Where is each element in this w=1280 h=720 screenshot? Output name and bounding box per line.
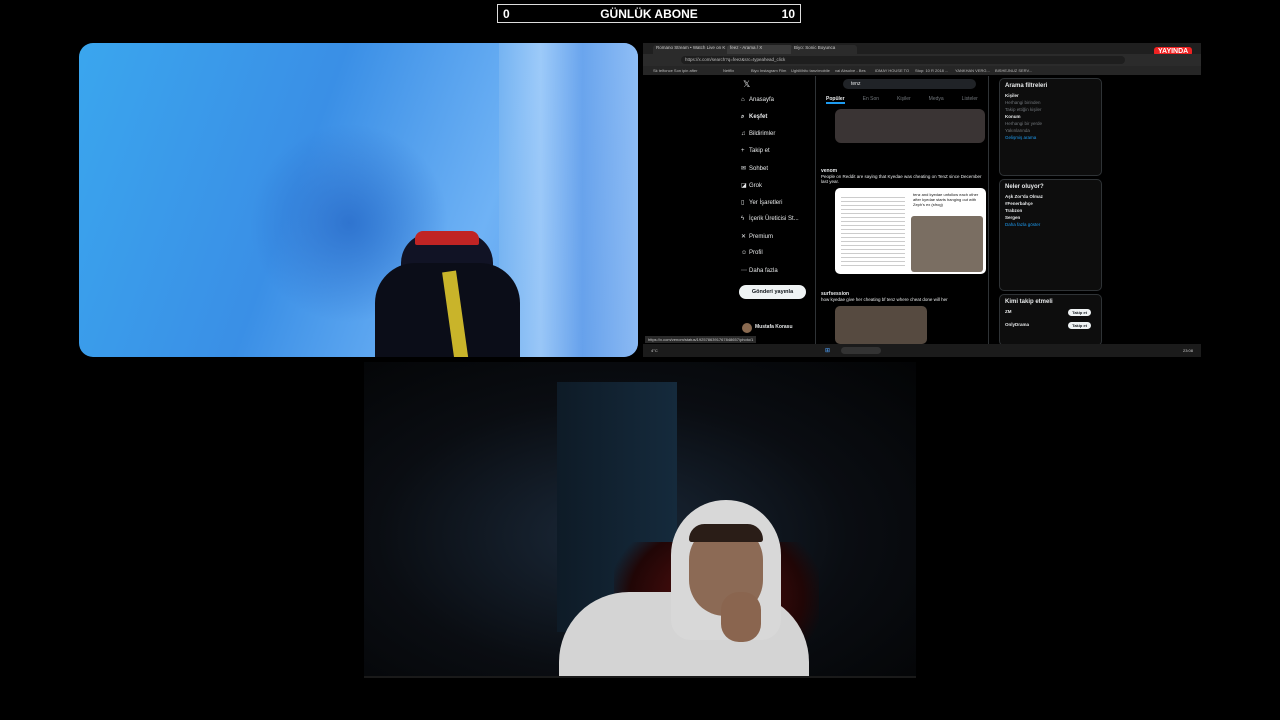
- address-bar: https://x.com/search?q=feez&src=typeahea…: [643, 54, 1201, 66]
- nav-messages[interactable]: ✉ Sohbet: [741, 165, 768, 172]
- advanced-search-link[interactable]: Gelişmiş arama: [1005, 135, 1096, 140]
- search-input[interactable]: tenz: [843, 79, 976, 89]
- add-user-icon: +: [741, 148, 745, 154]
- subscriber-goal: 10: [781, 7, 795, 21]
- filter-option[interactable]: Herhangi bir yerde: [1005, 121, 1096, 126]
- tab-people[interactable]: Kişiler: [897, 96, 911, 102]
- grok-icon: ◪: [741, 183, 747, 189]
- nav-notifications[interactable]: ♫ Bildirimler: [741, 131, 775, 137]
- bookmark[interactable]: Ughili/hitc tanz/mobile: [791, 68, 830, 73]
- trends-box: Neler oluyor? Aşk Zor'da Olmaz #Fenerbah…: [999, 179, 1102, 291]
- screenshot-text-lines: [841, 194, 905, 268]
- weather-widget[interactable]: 4°C: [651, 348, 658, 353]
- filter-option[interactable]: Takip ettiğin kişiler: [1005, 107, 1096, 112]
- lightning-icon: ϟ: [741, 216, 745, 222]
- home-icon: ⌂: [741, 97, 745, 103]
- tab-lists[interactable]: Listeler: [962, 96, 978, 102]
- feed-tabs: Popüler En Son Kişiler Medya Listeler: [826, 96, 996, 104]
- room-camera: [79, 43, 638, 357]
- windows-taskbar: 4°C ⊞ 23:08: [643, 344, 1201, 357]
- nav-follow[interactable]: + Takip et: [741, 148, 770, 154]
- tab-x-search[interactable]: feez - Arama / X: [727, 45, 793, 54]
- bookmark[interactable]: Stop: 10 R 2018 ...: [915, 68, 948, 73]
- bookmark[interactable]: Biyo Instagram Film: [751, 68, 786, 73]
- hand: [721, 592, 761, 642]
- card-photo: [911, 216, 983, 272]
- tweet-media[interactable]: [835, 306, 927, 344]
- face-camera: [364, 362, 916, 678]
- taskbar-search[interactable]: [841, 347, 881, 354]
- tweet-text: how kyedae give her cheating bf tenz whe…: [821, 297, 948, 302]
- show-more-link[interactable]: Daha fazla göster: [1005, 222, 1096, 227]
- trend-item[interactable]: Trabzon: [1005, 208, 1022, 213]
- wtf-title: Kimi takip etmeli: [1005, 299, 1053, 305]
- nav-premium[interactable]: ✕ Premium: [741, 233, 773, 240]
- tab-media[interactable]: Medya: [929, 96, 944, 102]
- tab-top[interactable]: Popüler: [826, 96, 845, 104]
- nav-profile[interactable]: ☺ Profil: [741, 250, 763, 256]
- nav-explore[interactable]: ⌕ Keşfet: [741, 114, 767, 121]
- filters-location-label: Konum: [1005, 114, 1021, 119]
- tweet-media[interactable]: [835, 109, 985, 143]
- bookmark[interactable]: vai Absolve - Bes: [835, 68, 866, 73]
- filters-people-label: Kişiler: [1005, 93, 1019, 98]
- profile-name[interactable]: Mustafa Korasu: [755, 324, 793, 330]
- tab-other[interactable]: Biyo: Sonic Boyunca: [791, 45, 857, 54]
- filters-title: Arama filtreleri: [1005, 83, 1048, 89]
- taskbar-clock[interactable]: 23:08: [1183, 348, 1193, 353]
- tweet[interactable]: surfsession how kyedae give her cheating…: [821, 291, 987, 302]
- nav-more[interactable]: ⋯ Daha fazla: [741, 267, 778, 274]
- nav-grok[interactable]: ◪ Grok: [741, 182, 762, 189]
- tab-kick[interactable]: Romano Stream • Watch Live on K: [653, 45, 729, 54]
- tweet-text: People on Reddit are saying that Kyedae …: [821, 174, 982, 184]
- suggested-user[interactable]: OnlyDrama: [1005, 322, 1029, 327]
- follow-button[interactable]: Takip et: [1068, 309, 1091, 316]
- trends-title: Neler oluyor?: [1005, 184, 1044, 190]
- search-icon: ⌕: [741, 114, 745, 120]
- bookmark[interactable]: IDMAY HOUSE TO: [875, 68, 909, 73]
- person-icon: ☺: [741, 250, 748, 256]
- nav-home[interactable]: ⌂ Anasayfa: [741, 97, 774, 103]
- bookmark[interactable]: Netflix: [723, 68, 734, 73]
- bookmark[interactable]: Sk telfonce Son ipin after: [653, 68, 697, 73]
- filter-option[interactable]: Yakınlarında: [1005, 128, 1096, 133]
- more-icon: ⋯: [741, 268, 747, 274]
- windows-start-icon[interactable]: ⊞: [825, 347, 830, 354]
- screen-share: Romano Stream • Watch Live on K feez - A…: [643, 43, 1201, 357]
- bookmark[interactable]: YANKHAN VERG...: [955, 68, 990, 73]
- follow-button[interactable]: Takip et: [1068, 322, 1091, 329]
- nav-creator-studio[interactable]: ϟ İçerik Üreticisi St...: [741, 216, 799, 222]
- browser-tabs: Romano Stream • Watch Live on K feez - A…: [643, 43, 1201, 54]
- avatar[interactable]: [742, 323, 752, 333]
- trend-item[interactable]: Aşk Zor'da Olmaz: [1005, 194, 1043, 199]
- bell-icon: ♫: [741, 131, 746, 137]
- daily-subscriber-bar: 0 GÜNLÜK ABONE 10: [497, 4, 801, 23]
- who-to-follow: Kimi takip etmeli ZM Takip et OnlyDrama Ta…: [999, 294, 1102, 346]
- bookmark[interactable]: BISHEJNUZ SERV...: [995, 68, 1032, 73]
- tweet[interactable]: venom People on Reddit are saying that K…: [821, 168, 987, 184]
- trend-item[interactable]: Sergen: [1005, 215, 1020, 220]
- x-icon: ✕: [741, 234, 747, 240]
- divider: [364, 676, 916, 678]
- bookmark-icon: ▯: [741, 200, 745, 206]
- nav-bookmarks[interactable]: ▯ Yer İşaretleri: [741, 199, 782, 206]
- trend-item[interactable]: #Fenerbahçe: [1005, 201, 1033, 206]
- bookmarks-bar: Sk telfonce Son ipin after Netflix Biyo …: [643, 66, 1201, 75]
- santa-hat: [415, 231, 479, 245]
- mail-icon: ✉: [741, 166, 747, 172]
- post-button[interactable]: Gönderi yayınla: [739, 285, 806, 299]
- suggested-user[interactable]: ZM: [1005, 309, 1012, 314]
- search-filters: Arama filtreleri Kişiler Herhangi birind…: [999, 78, 1102, 176]
- card-text: tenz and kyedae unfollow each other afte…: [913, 192, 979, 207]
- url-input[interactable]: https://x.com/search?q=feez&src=typeahea…: [681, 56, 1125, 64]
- x-logo-icon[interactable]: 𝕏: [743, 79, 750, 90]
- link-status: https://x.com/venom/status/1925786391767…: [645, 336, 757, 343]
- filter-option[interactable]: Herhangi birinden: [1005, 100, 1096, 105]
- subscriber-title: GÜNLÜK ABONE: [600, 7, 698, 21]
- tab-latest[interactable]: En Son: [863, 96, 879, 102]
- hair: [689, 524, 763, 542]
- tweet-image-card[interactable]: tenz and kyedae unfollow each other afte…: [835, 188, 986, 274]
